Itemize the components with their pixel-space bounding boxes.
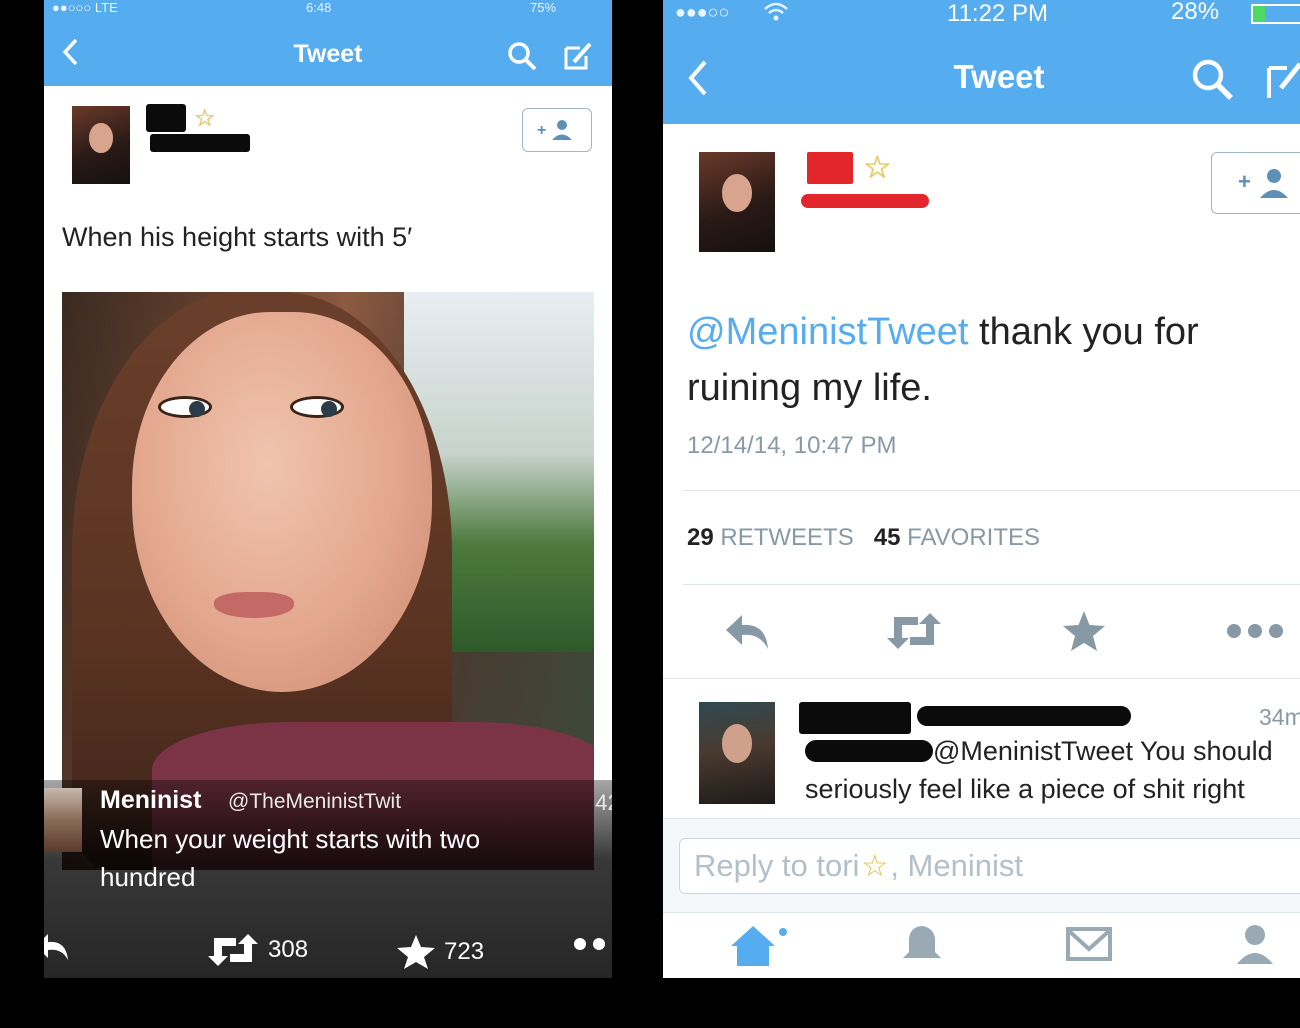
left-action-bar: 308 723 (44, 930, 612, 978)
embedded-author-handle: @TheMeninistTwit (228, 790, 402, 813)
left-handle-redaction (150, 134, 250, 152)
battery-icon (1251, 4, 1300, 24)
bottom-tab-bar (663, 912, 1300, 978)
left-status-battery: 75% (530, 0, 557, 15)
retweet-button[interactable]: 308 (206, 934, 308, 966)
me-icon (1237, 925, 1273, 964)
retweet-count: 308 (268, 936, 309, 963)
more-icon (574, 938, 605, 950)
right-author-avatar[interactable] (699, 152, 775, 252)
back-icon[interactable] (677, 52, 717, 104)
right-status-time: 11:22 PM (947, 0, 1048, 27)
right-name-redaction (807, 152, 853, 184)
notifications-tab[interactable] (887, 921, 951, 969)
back-icon[interactable] (52, 32, 88, 72)
right-tweet-text: @MeninistTweet thank you for ruining my … (687, 304, 1287, 416)
divider (683, 584, 1300, 585)
favorite-stat-label[interactable]: FAVORITES (907, 524, 1040, 551)
right-status-carrier: ●●●○○ (675, 2, 730, 22)
left-nav-title: Tweet (293, 40, 363, 68)
divider (683, 490, 1300, 491)
search-icon[interactable] (502, 36, 542, 76)
favorite-icon (1063, 611, 1105, 651)
favorite-button[interactable] (1059, 606, 1109, 656)
more-button[interactable] (572, 934, 612, 954)
reply-text-line2: seriously feel like a piece of shit righ… (805, 774, 1245, 804)
wifi-icon (764, 2, 788, 21)
tweet-text-line2: ruining my life. (687, 367, 932, 409)
compose-icon[interactable] (1263, 56, 1300, 104)
more-icon (1227, 624, 1283, 638)
messages-icon (1066, 927, 1112, 961)
reply-name-redaction (799, 702, 911, 734)
right-nav-bar: ●●●○○ 11:22 PM 28% Tweet (663, 0, 1300, 124)
reply-placeholder-end: , Meninist (890, 848, 1023, 883)
reply-icon (44, 934, 68, 960)
search-icon[interactable] (1187, 54, 1237, 104)
left-name-redaction (146, 104, 186, 132)
right-handle-redaction (801, 194, 929, 208)
tweet-text-line1: thank you for (968, 311, 1199, 353)
right-nav-title: Tweet (953, 58, 1045, 95)
messages-tab[interactable] (1057, 921, 1121, 969)
tweet-mention-link[interactable]: @MeninistTweet (687, 311, 968, 353)
reply-button[interactable] (719, 606, 775, 656)
svg-text:+: + (537, 122, 546, 139)
reply-placeholder-start: Reply to tori (694, 848, 860, 883)
follow-button[interactable]: + (522, 108, 592, 152)
me-tab[interactable] (1223, 921, 1287, 969)
left-screenshot: ●●○○○ LTE 6:48 75% Tweet ☆ + When his he… (44, 0, 612, 978)
embedded-tweet-time: 42m (595, 790, 612, 815)
retweet-icon (887, 613, 941, 649)
retweet-stat-count: 29 (687, 524, 714, 551)
add-user-icon: + (1238, 169, 1288, 198)
favorite-stat-count: 45 (873, 524, 901, 551)
more-button[interactable] (1223, 614, 1287, 648)
reply-handle-redaction (917, 706, 1131, 726)
tweet-stats: 29 RETWEETS 45 FAVORITES (687, 524, 1040, 552)
retweet-button[interactable] (883, 606, 945, 656)
star-emoji-icon: ☆ (194, 105, 216, 132)
left-nav-bar: ●●○○○ LTE 6:48 75% Tweet (44, 0, 612, 86)
svg-text:+: + (1238, 169, 1251, 194)
notifications-icon (903, 926, 941, 958)
favorite-count: 723 (444, 938, 485, 965)
star-emoji-icon: ☆ (861, 849, 889, 883)
embedded-tweet-text: When your weight starts with two hundred (100, 824, 481, 892)
left-author-avatar[interactable] (72, 106, 130, 184)
home-tab[interactable] (725, 921, 789, 969)
right-status-battery: 28% (1171, 0, 1220, 25)
left-status-time: 6:48 (306, 0, 332, 15)
embedded-author-name: Meninist (100, 786, 202, 814)
reply-time: 34m (1259, 704, 1300, 730)
reply-author-avatar[interactable] (699, 702, 775, 804)
add-user-icon: + (537, 120, 572, 140)
follow-button[interactable]: + (1211, 152, 1300, 214)
meninist-avatar[interactable] (44, 788, 82, 852)
reply-button[interactable] (44, 930, 72, 964)
reply-text-line1: @MeninistTweet You should (933, 736, 1273, 766)
home-icon (731, 926, 787, 966)
left-tweet-text: When his height starts with 5′ (62, 222, 413, 252)
favorite-button[interactable]: 723 (396, 934, 484, 970)
tweet-timestamp: 12/14/14, 10:47 PM (687, 432, 897, 459)
star-emoji-icon: ☆ (863, 149, 892, 185)
reply-mention-redaction (805, 740, 933, 762)
right-screenshot: ●●●○○ 11:22 PM 28% Tweet ☆ + @MeninistTw… (663, 0, 1300, 978)
favorite-icon (397, 935, 435, 969)
retweet-stat-label[interactable]: RETWEETS (720, 524, 853, 551)
retweet-icon (208, 934, 258, 966)
divider (663, 678, 1300, 679)
left-status-carrier: ●●○○○ LTE (52, 0, 118, 15)
compose-icon[interactable] (558, 36, 598, 76)
reply-input-box[interactable]: Reply to tori ☆ , Meninist (679, 838, 1300, 894)
reply-icon (726, 615, 768, 649)
